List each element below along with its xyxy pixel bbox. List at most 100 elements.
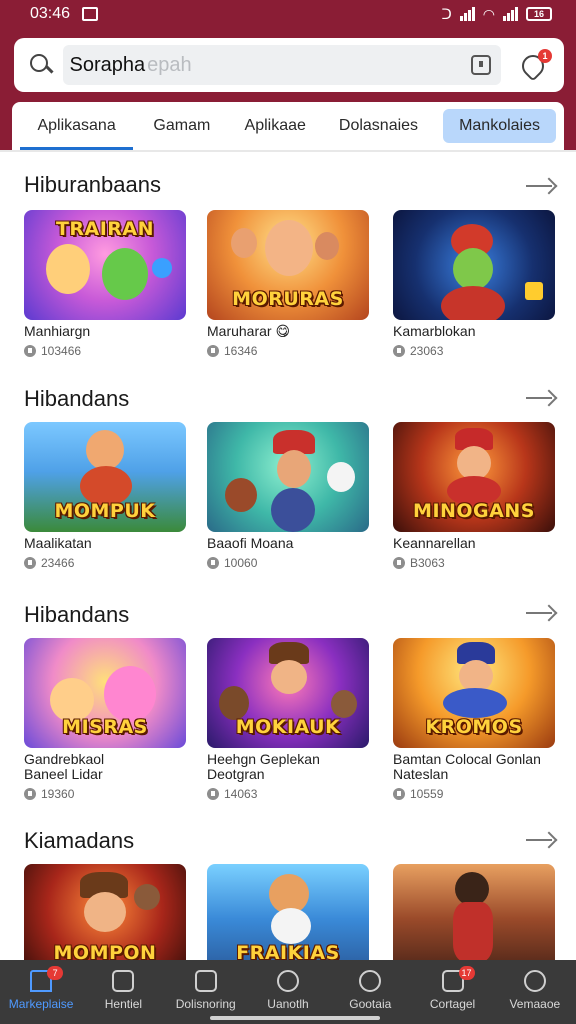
app-thumbnail: KROMOS <box>393 638 555 748</box>
app-card[interactable]: TRAIRAN Manhiargn 103466 <box>24 210 188 358</box>
app-thumbnail: MORURAS <box>207 210 369 320</box>
signal-icon-2 <box>503 7 518 21</box>
arrow-right-icon[interactable] <box>526 605 556 621</box>
section-title: Hibandans <box>24 602 130 627</box>
app-card[interactable]: MORURAS Maruharar 😋 16346 <box>207 210 371 358</box>
nav-label: Markeplaise <box>8 997 74 1011</box>
download-count: 10559 <box>410 787 444 801</box>
app-card[interactable] <box>393 864 557 960</box>
arrow-right-icon[interactable] <box>526 832 556 848</box>
app-name: Maruharar 😋 <box>207 323 291 339</box>
thumbnail-title: KROMOS <box>425 716 523 738</box>
download-icon <box>207 788 219 800</box>
tab-mankolaies[interactable]: Mankolaies <box>443 109 556 143</box>
search-input[interactable]: Sorapha epah <box>63 45 502 85</box>
app-name: Gandrebkaol Baneel Lidar <box>24 751 105 782</box>
app-thumbnail: FRAIKIAS <box>207 864 369 960</box>
vibrate-icon: ᑐ <box>441 5 452 22</box>
app-thumbnail: MISRAS <box>24 638 186 748</box>
nav-badge: 17 <box>458 966 475 980</box>
app-name: Manhiargn <box>24 323 91 339</box>
status-bar: 03:46 ᑐ ◠ 16 <box>0 0 576 28</box>
app-thumbnail <box>393 210 555 320</box>
thumbnail-title: TRAIRAN <box>55 218 155 240</box>
app-thumbnail: MOMPUK <box>24 422 186 532</box>
arrow-right-icon[interactable] <box>526 390 556 406</box>
app-card[interactable]: Baaofi Moana 10060 <box>207 422 371 570</box>
nav-gootaia[interactable]: Gootaia <box>329 960 411 1024</box>
thumbnail-title: MOMPUK <box>54 500 156 522</box>
app-name: Maalikatan <box>24 535 92 551</box>
app-card[interactable]: FRAIKIAS <box>207 864 371 960</box>
status-time: 03:46 <box>30 5 71 22</box>
download-icon <box>24 557 36 569</box>
app-name: Heehgn Geplekan Deotgran <box>207 751 320 782</box>
app-thumbnail: MINOGANS <box>393 422 555 532</box>
app-thumbnail: MOMPON <box>24 864 186 960</box>
download-icon <box>393 788 405 800</box>
download-count: 16346 <box>224 344 258 358</box>
tab-dolasnaies[interactable]: Dolasnaies <box>320 102 437 150</box>
tab-gamam[interactable]: Gamam <box>133 102 230 150</box>
nav-label: Cortagel <box>429 997 476 1011</box>
thumbnail-title: MORURAS <box>232 288 344 310</box>
app-card[interactable]: MOKIAUK Heehgn Geplekan Deotgran 14063 <box>207 638 371 801</box>
nav-marketplace[interactable]: Markeplaise 7 <box>0 960 82 1024</box>
download-count: 10060 <box>224 556 258 570</box>
download-count: 23466 <box>41 556 75 570</box>
app-card[interactable]: MOMPON <box>24 864 188 960</box>
app-thumbnail: MOKIAUK <box>207 638 369 748</box>
download-count: 23063 <box>410 344 444 358</box>
app-name: Keannarellan <box>393 535 476 551</box>
download-icon <box>207 345 219 357</box>
house-icon <box>112 970 135 992</box>
nav-uanotlh[interactable]: Uanotlh <box>247 960 329 1024</box>
nav-hentiel[interactable]: Hentiel <box>82 960 164 1024</box>
app-thumbnail <box>207 422 369 532</box>
search-icon[interactable] <box>28 52 51 78</box>
nav-label: Uanotlh <box>267 997 309 1011</box>
section-title: Hiburanbaans <box>24 172 161 197</box>
app-card[interactable]: KROMOS Bamtan Colocal Gonlan Nateslan 10… <box>393 638 557 801</box>
thumbnail-title: MOKIAUK <box>235 716 341 738</box>
download-count: 19360 <box>41 787 75 801</box>
download-count: 14063 <box>224 787 258 801</box>
app-thumbnail <box>393 864 555 960</box>
app-card[interactable]: MOMPUK Maalikatan 23466 <box>24 422 188 570</box>
app-card[interactable]: Kamarblokan 23063 <box>393 210 557 358</box>
scan-icon[interactable] <box>471 55 492 75</box>
nav-badge: 7 <box>47 966 64 980</box>
section-title: Kiamadans <box>24 828 135 853</box>
notification-icon <box>82 7 99 21</box>
nav-vemaaoe[interactable]: Vemaaoe <box>494 960 576 1024</box>
section-title: Hibandans <box>24 386 130 411</box>
wifi-icon: ◠ <box>482 5 495 22</box>
download-icon <box>393 557 405 569</box>
compass-icon <box>276 970 299 992</box>
app-root: 03:46 ᑐ ◠ 16 Sorapha epah 1 Aplikasana G… <box>0 0 576 1024</box>
app-card[interactable]: MINOGANS Keannarellan B3063 <box>393 422 557 570</box>
tab-aplikasana[interactable]: Aplikasana <box>20 102 134 150</box>
nav-dolisnoring[interactable]: Dolisnoring <box>165 960 247 1024</box>
app-name: Bamtan Colocal Gonlan Nateslan <box>393 751 541 782</box>
thumbnail-title: MINOGANS <box>413 500 535 522</box>
app-thumbnail: TRAIRAN <box>24 210 186 320</box>
download-icon <box>393 345 405 357</box>
thumbnail-title: FRAIKIAS <box>236 942 340 960</box>
download-icon <box>207 557 219 569</box>
signal-icon <box>459 7 475 21</box>
bottom-navigation: Markeplaise 7 Hentiel Dolisnoring Uanotl… <box>0 960 576 1024</box>
nav-label: Vemaaoe <box>509 997 561 1011</box>
tab-aplikaae[interactable]: Aplikaae <box>231 102 320 150</box>
download-count: B3063 <box>410 556 445 570</box>
thumbnail-title: MOMPON <box>53 942 157 960</box>
arrow-right-icon[interactable] <box>526 178 556 194</box>
notifications-button[interactable]: 1 <box>517 47 552 83</box>
app-name: Baaofi Moana <box>207 535 294 551</box>
app-card[interactable]: MISRAS Gandrebkaol Baneel Lidar 19360 <box>24 638 188 801</box>
user-icon <box>359 970 382 992</box>
nav-label: Dolisnoring <box>175 997 236 1011</box>
nav-cortagel[interactable]: Cortagel 17 <box>411 960 493 1024</box>
home-indicator[interactable] <box>210 1016 380 1020</box>
search-placeholder: epah <box>147 53 192 76</box>
